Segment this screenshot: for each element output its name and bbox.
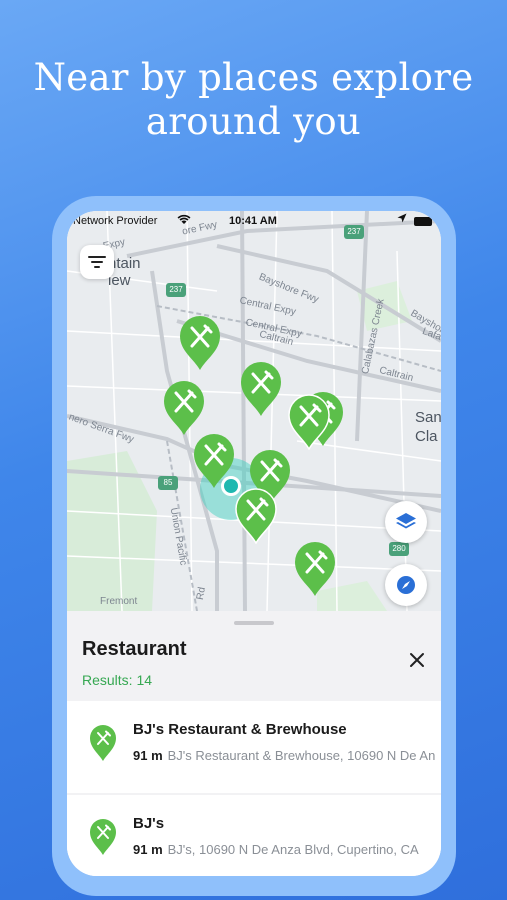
place-name: BJ's: [133, 815, 165, 832]
phone-screen: Network Provider 10:41 AM ntain iew ore …: [67, 211, 441, 876]
map-layers-button[interactable]: [385, 501, 427, 543]
restaurant-pin[interactable]: [234, 488, 278, 544]
restaurant-pin-icon: [90, 819, 116, 855]
compass-button[interactable]: [385, 564, 427, 606]
restaurant-pin[interactable]: [239, 361, 283, 417]
place-address: BJ's Restaurant & Brewhouse, 10690 N De …: [167, 748, 435, 763]
map-label: San: [415, 409, 441, 426]
location-arrow-icon: [397, 213, 407, 226]
layers-icon: [396, 513, 416, 529]
list-item[interactable]: BJ's 91 m BJ's, 10690 N De Anza Blvd, Cup…: [67, 795, 441, 876]
restaurant-pin[interactable]: [293, 541, 337, 597]
results-count: Results: 14: [82, 672, 153, 688]
map-view[interactable]: Network Provider 10:41 AM ntain iew ore …: [67, 211, 441, 611]
compass-icon: [397, 576, 415, 594]
highway-badge: 85: [158, 476, 178, 490]
highway-badge: 237: [344, 225, 364, 239]
restaurant-pin[interactable]: [178, 315, 222, 371]
headline: Near by places explore around you: [0, 56, 507, 144]
results-sheet: Restaurant Results: 14 BJ's Restaurant &…: [67, 611, 441, 876]
restaurant-pin[interactable]: [287, 394, 331, 450]
list-item[interactable]: BJ's Restaurant & Brewhouse 91 m BJ's Res…: [67, 701, 441, 793]
filter-icon: [88, 256, 106, 268]
close-button[interactable]: [405, 648, 429, 672]
battery-icon: [414, 217, 432, 226]
map-label: Rd: [194, 586, 208, 601]
place-distance: 91 m: [133, 842, 163, 857]
headline-line-1: Near by places explore: [33, 56, 474, 99]
place-meta: 91 m BJ's, 10690 N De Anza Blvd, Cupertin…: [133, 842, 435, 857]
category-title: Restaurant: [82, 638, 187, 660]
headline-line-2: around you: [145, 100, 362, 143]
sheet-drag-handle[interactable]: [234, 621, 274, 625]
map-label: Cla: [415, 428, 438, 445]
carrier-label: Network Provider: [73, 215, 158, 227]
restaurant-pin-icon: [90, 725, 116, 761]
map-label: Fremont: [100, 596, 138, 607]
restaurant-pin[interactable]: [162, 380, 206, 436]
place-name: BJ's Restaurant & Brewhouse: [133, 721, 347, 738]
place-meta: 91 m BJ's Restaurant & Brewhouse, 10690 N…: [133, 748, 435, 763]
highway-badge: 280: [389, 542, 409, 556]
user-location-dot: [221, 476, 241, 496]
status-bar: Network Provider 10:41 AM: [67, 211, 441, 233]
status-time: 10:41 AM: [229, 215, 277, 227]
highway-badge: 237: [166, 283, 186, 297]
place-address: BJ's, 10690 N De Anza Blvd, Cupertino, C…: [167, 842, 419, 857]
close-icon: [410, 653, 424, 667]
filter-button[interactable]: [80, 245, 114, 279]
place-distance: 91 m: [133, 748, 163, 763]
